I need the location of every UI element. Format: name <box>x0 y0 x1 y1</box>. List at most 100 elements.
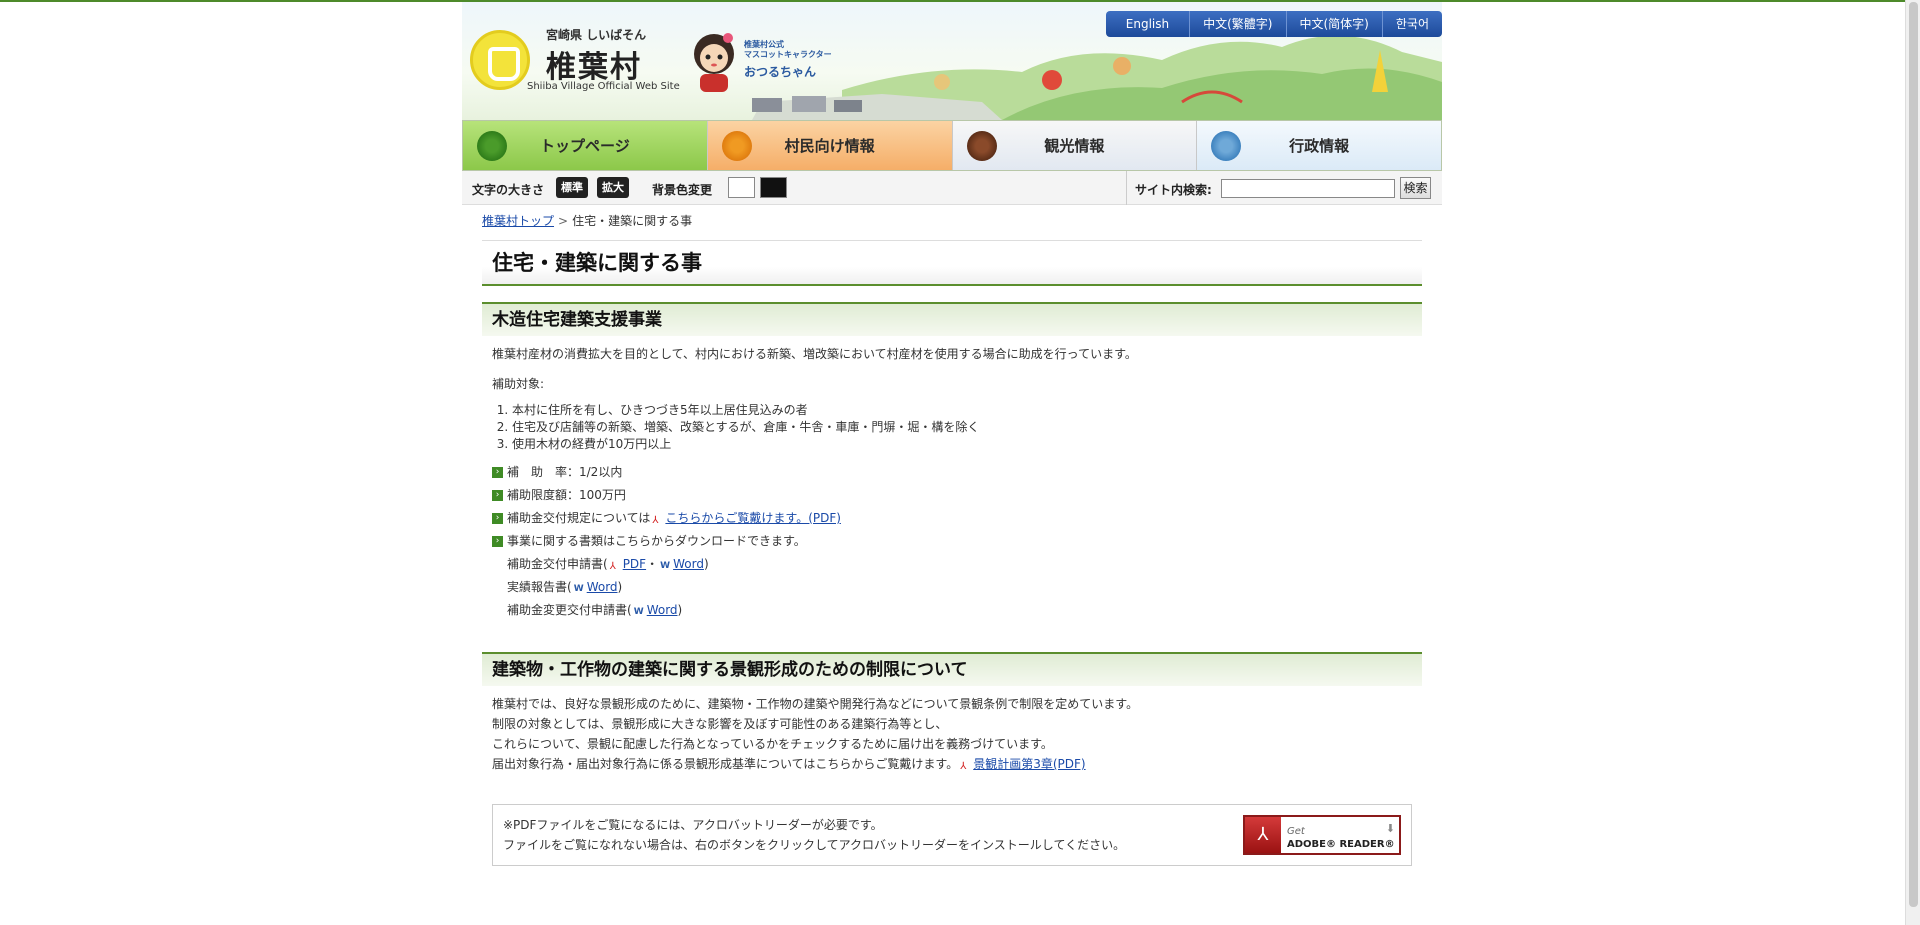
site-header: 宮崎県 しいばそん 椎葉村 Shiiba Village Official We… <box>462 2 1442 120</box>
water-icon <box>1211 131 1242 161</box>
landscape-line-with-link: 届出対象行為・届出対象行為に係る景観形成基準についてはこちらからご覧戴けます。 ⅄… <box>482 754 1422 774</box>
closing-paren: ) <box>617 580 623 594</box>
landscape-line: 制限の対象としては、景観形成に大きな影響を及ぼす可能性のある建築行為等とし、 <box>492 717 948 731</box>
main-content: 椎葉村トップ > 住宅・建築に関する事 住宅・建築に関する事 木造住宅建築支援事業 … <box>482 212 1422 866</box>
search-button[interactable]: 検索 <box>1400 177 1431 199</box>
target-item: 使用木材の経費が10万円以上 <box>512 436 1422 453</box>
landscape-text-block: 椎葉村では、良好な景観形成のために、建築物・工作物の建築や開発行為などについて景… <box>482 694 1422 774</box>
nav-residents-info[interactable]: 村民向け情報 <box>707 121 953 170</box>
scrollbar-thumb[interactable] <box>1909 2 1918 907</box>
report-form-word-link[interactable]: Word <box>587 580 618 594</box>
bullet-arrow-icon: › <box>492 467 503 478</box>
pdf-icon: ⅄ <box>652 515 659 526</box>
leaf-icon <box>477 131 507 161</box>
landscape-last-text: 届出対象行為・届出対象行為に係る景観形成基準についてはこちらからご覧戴けます。 <box>492 757 959 771</box>
background-color-label: 背景色変更 <box>652 183 713 197</box>
mascot-name: おつるちゃん <box>744 65 817 79</box>
font-size-large-button[interactable]: 拡大 <box>597 177 629 198</box>
target-item: 住宅及び店舗等の新築、増築、改築とするが、倉庫・牛舎・車庫・門塀・堀・構を除く <box>512 419 1422 436</box>
acrobat-reader-notice: ※PDFファイルをご覧になるには、アクロバットリーダーが必要です。 ファイルをご… <box>492 804 1412 866</box>
get-adobe-reader-button[interactable]: ⅄ Get ADOBE® READER® ⬇ <box>1243 815 1401 855</box>
change-form-label: 補助金変更交付申請書( <box>507 603 632 617</box>
reader-btn-name: ADOBE® READER® <box>1287 839 1395 850</box>
breadcrumb: 椎葉村トップ > 住宅・建築に関する事 <box>482 212 1422 228</box>
lang-simplified-chinese-button[interactable]: 中文(简体字) <box>1286 11 1383 37</box>
font-size-standard-button[interactable]: 標準 <box>556 177 588 198</box>
breadcrumb-current: 住宅・建築に関する事 <box>572 214 693 228</box>
search-label: サイト内検索: <box>1135 183 1212 197</box>
section-heading-landscape: 建築物・工作物の建築に関する景観形成のための制限について <box>482 652 1422 686</box>
site-wrapper: 宮崎県 しいばそん 椎葉村 Shiiba Village Official We… <box>462 2 1442 205</box>
subsidy-limit-item: › 補助限度額：100万円 <box>492 484 1422 507</box>
download-arrow-icon: ⬇ <box>1385 822 1395 835</box>
mascot-caption: 椎葉村公式 マスコットキャラクター <box>744 40 832 59</box>
pdf-icon: ⅄ <box>609 561 616 572</box>
utility-bar: 文字の大きさ 標準 拡大 背景色変更 サイト内検索: 検索 <box>462 171 1442 205</box>
bullet-arrow-icon: › <box>492 490 503 501</box>
mascot-icon <box>966 131 997 161</box>
application-form-label: 補助金交付申請書( <box>507 557 608 571</box>
report-form-row: 実績報告書(W Word) <box>482 576 1422 599</box>
landscape-line: これらについて、景観に配慮した行為となっているかをチェックするために届け出を義務… <box>492 737 1053 751</box>
sun-icon <box>721 131 752 161</box>
bg-black-swatch[interactable] <box>760 177 787 198</box>
breadcrumb-separator: > <box>558 214 569 228</box>
application-form-pdf-link[interactable]: PDF <box>623 557 646 571</box>
lang-english-button[interactable]: English <box>1105 11 1191 37</box>
word-icon: W <box>660 561 671 571</box>
subsidy-rate-item: › 補 助 率：1/2以内 <box>492 461 1422 484</box>
bullet-arrow-icon: › <box>492 513 503 524</box>
download-text: 事業に関する書類はこちらからダウンロードできます。 <box>507 534 806 548</box>
font-size-label: 文字の大きさ <box>472 183 545 197</box>
village-name-logo[interactable]: 椎葉村 <box>546 42 642 86</box>
target-item: 本村に住所を有し、ひきつづき5年以上居住見込みの者 <box>512 402 1422 419</box>
application-form-row: 補助金交付申請書(⅄ PDF・ W Word) <box>482 553 1422 576</box>
application-form-word-link[interactable]: Word <box>673 557 704 571</box>
lang-traditional-chinese-button[interactable]: 中文(繁體字) <box>1190 11 1287 37</box>
closing-paren: ) <box>703 557 709 571</box>
subsidy-rule-pdf-link[interactable]: こちらからご覧戴けます。(PDF) <box>665 511 841 525</box>
nav-administration-info-label: 行政情報 <box>1289 137 1350 155</box>
bg-white-swatch[interactable] <box>728 177 755 198</box>
subsidy-rule-item: › 補助金交付規定については ⅄ こちらからご覧戴けます。(PDF) <box>492 507 1422 530</box>
landscape-plan-pdf-link[interactable]: 景観計画第3章(PDF) <box>973 757 1085 771</box>
section1-intro: 椎葉村産材の消費拡大を目的として、村内における新築、増改築において村産材を使用す… <box>492 347 1137 361</box>
bullet-arrow-icon: › <box>492 536 503 547</box>
download-item: › 事業に関する書類はこちらからダウンロードできます。 <box>492 530 1422 553</box>
site-english-name: Shiiba Village Official Web Site <box>527 81 680 92</box>
target-label: 補助対象: <box>492 377 545 391</box>
mascot-otsuru-image <box>694 33 734 92</box>
nav-tourism-info-label: 観光情報 <box>1044 137 1105 155</box>
target-list: 本村に住所を有し、ひきつづき5年以上居住見込みの者 住宅及び店舗等の新築、増築、… <box>482 402 1422 453</box>
word-icon: W <box>573 584 584 594</box>
nav-tourism-info[interactable]: 観光情報 <box>952 121 1198 170</box>
subsidy-limit-text: 補助限度額：100万円 <box>507 488 626 502</box>
change-form-row: 補助金変更交付申請書(W Word) <box>482 599 1422 622</box>
subsidy-rate-text: 補 助 率：1/2以内 <box>507 465 623 479</box>
nav-top-page-label: トップページ <box>540 137 630 155</box>
prefecture-label: 宮崎県 しいばそん <box>546 28 647 42</box>
landscape-line: 椎葉村では、良好な景観形成のために、建築物・工作物の建築や開発行為などについて景… <box>492 697 1139 711</box>
nav-residents-info-label: 村民向け情報 <box>784 137 875 155</box>
adobe-logo-icon: ⅄ <box>1245 817 1281 853</box>
breadcrumb-home-link[interactable]: 椎葉村トップ <box>482 214 554 228</box>
nav-top-page[interactable]: トップページ <box>463 121 708 170</box>
site-search: サイト内検索: 検索 <box>1126 171 1442 205</box>
section-heading-wood-housing: 木造住宅建築支援事業 <box>482 302 1422 336</box>
vertical-scrollbar[interactable] <box>1905 0 1920 925</box>
search-input[interactable] <box>1221 179 1395 198</box>
subsidy-details-list: › 補 助 率：1/2以内 › 補助限度額：100万円 › 補助金交付規定については ⅄… <box>482 461 1422 553</box>
report-form-label: 実績報告書( <box>507 580 572 594</box>
subsidy-rule-text: 補助金交付規定については <box>507 511 651 525</box>
lang-korean-button[interactable]: 한국어 <box>1382 11 1442 37</box>
pdf-icon: ⅄ <box>960 761 967 772</box>
language-switcher: English 中文(繁體字) 中文(简体字) 한국어 <box>1105 11 1442 37</box>
change-form-word-link[interactable]: Word <box>647 603 678 617</box>
page-title: 住宅・建築に関する事 <box>482 240 1422 286</box>
nav-administration-info[interactable]: 行政情報 <box>1197 121 1441 170</box>
closing-paren: ) <box>677 603 683 617</box>
separator-dot: ・ <box>646 557 659 571</box>
global-navigation: トップページ 村民向け情報 観光情報 行政情報 <box>462 120 1442 171</box>
word-icon: W <box>633 607 644 617</box>
village-emblem-logo[interactable] <box>470 30 530 90</box>
